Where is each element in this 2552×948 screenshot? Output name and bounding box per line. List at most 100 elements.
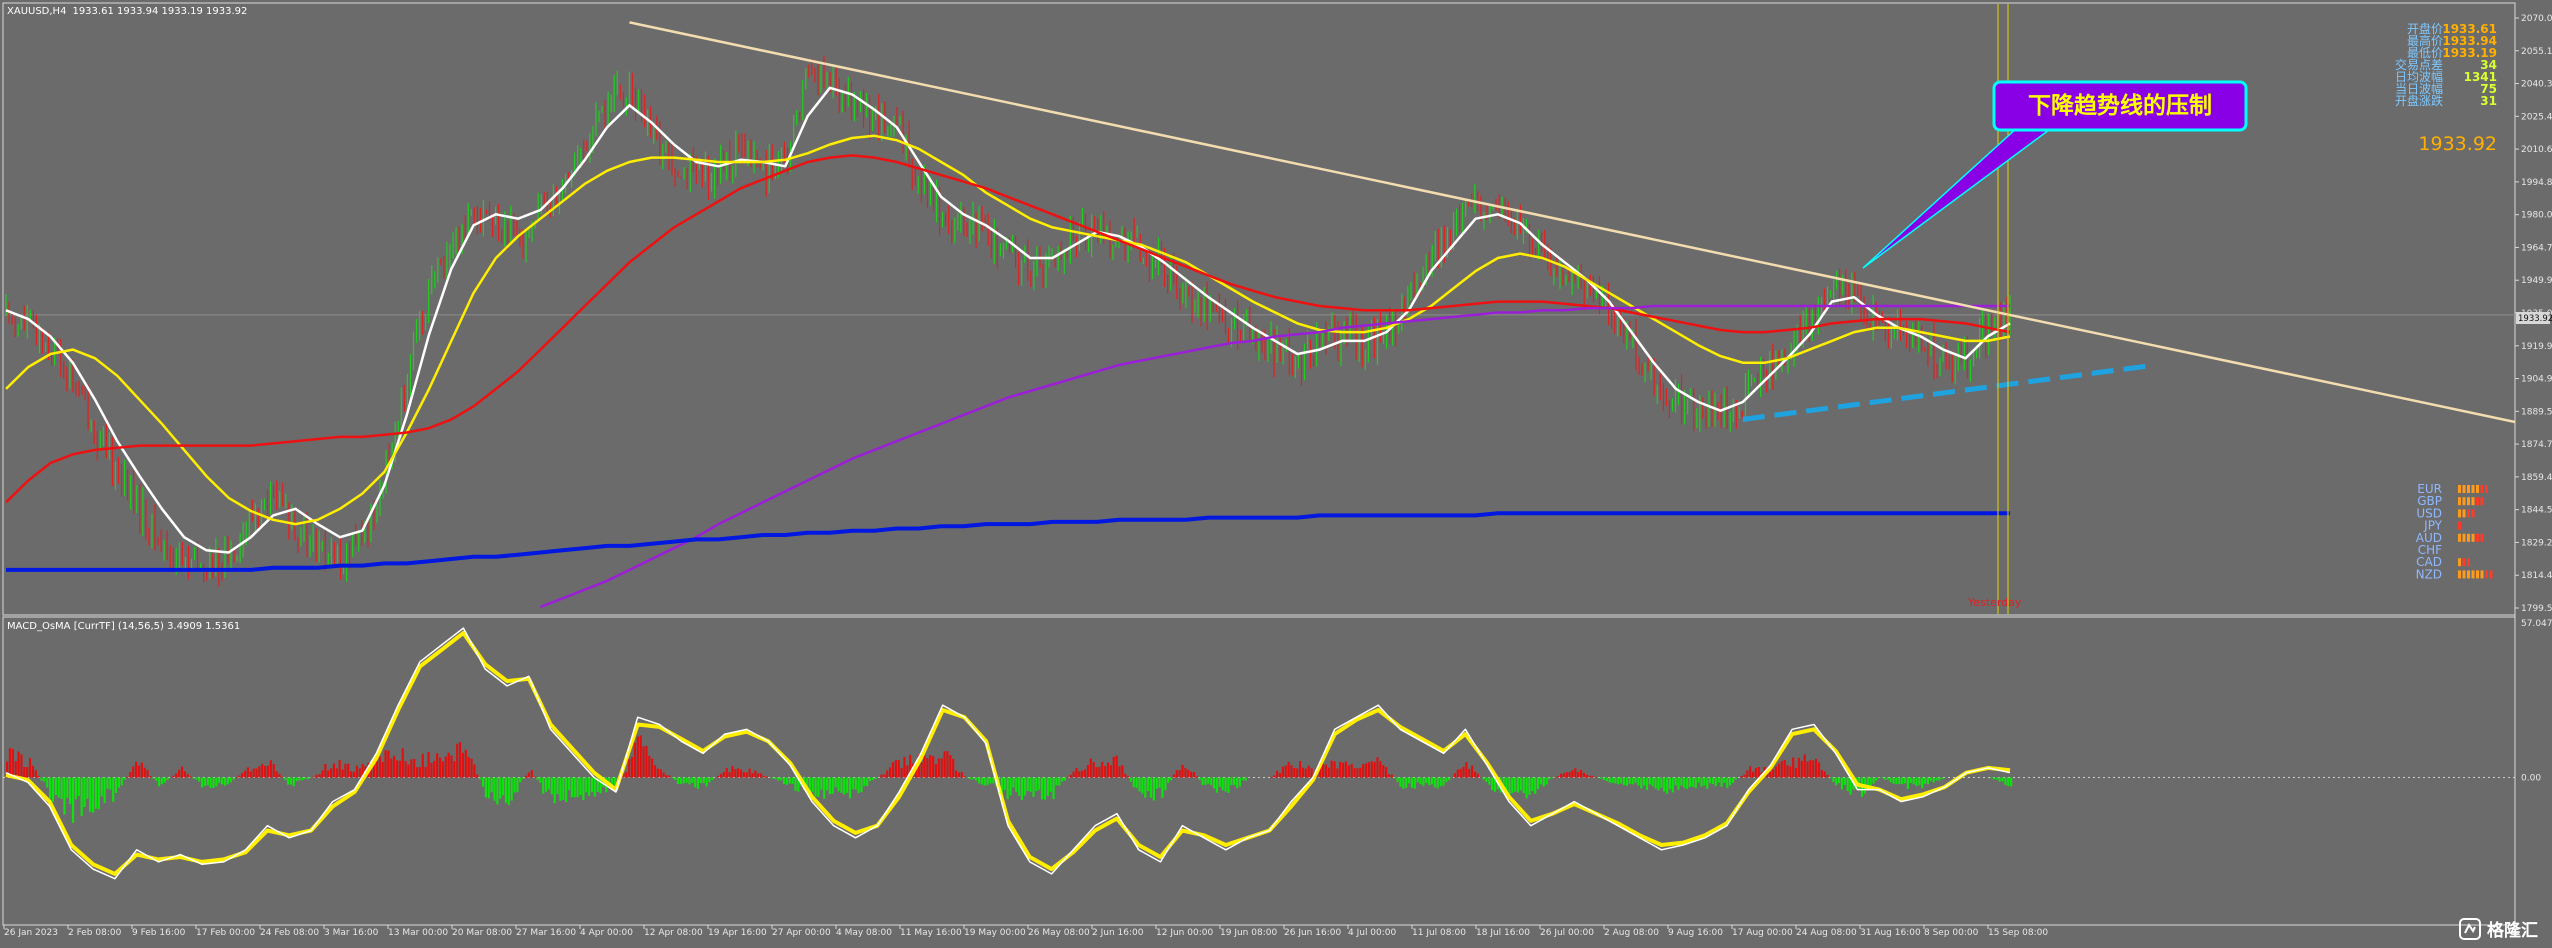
osma-bar — [436, 753, 438, 777]
price-tick-label: 1994.85 — [2521, 178, 2552, 188]
osma-bar — [1058, 778, 1060, 786]
currency-code: NZD — [2416, 567, 2442, 581]
time-tick-label: 13 Mar 00:00 — [388, 928, 448, 938]
osma-bar — [1847, 778, 1849, 792]
osma-bar — [86, 778, 88, 799]
osma-bar — [889, 767, 891, 777]
osma-bar — [1290, 765, 1292, 777]
osma-bar — [1913, 778, 1915, 785]
osma-bar — [221, 778, 223, 785]
osma-bar — [1365, 763, 1367, 777]
osma-bar — [832, 778, 834, 794]
osma-bar — [1230, 778, 1232, 786]
osma-bar — [9, 748, 11, 777]
osma-bar — [961, 772, 963, 778]
osma-bar — [1700, 778, 1702, 787]
osma-bar — [1778, 763, 1780, 777]
osma-bar — [384, 750, 386, 777]
watermark-text: 格隆汇 — [2487, 916, 2538, 941]
currency-strength-bar — [2463, 534, 2466, 542]
osma-bar — [278, 774, 280, 778]
osma-bar — [448, 753, 450, 778]
osma-bar — [1468, 769, 1470, 778]
osma-bar — [1941, 778, 1943, 779]
osma-bar — [863, 778, 865, 787]
osma-bar — [241, 773, 243, 778]
osma-bar — [112, 778, 114, 802]
osma-bar — [132, 766, 134, 777]
osma-bar — [103, 778, 105, 803]
osma-bar — [949, 755, 951, 778]
osma-bar — [966, 778, 968, 779]
osma-bar — [562, 778, 564, 801]
osma-bar — [1586, 775, 1588, 778]
osma-bar — [181, 767, 183, 778]
osma-bar — [1193, 772, 1195, 778]
osma-bar — [1032, 778, 1034, 797]
osma-bar — [445, 756, 447, 777]
osma-bar — [1566, 772, 1568, 777]
osma-bar — [405, 761, 407, 777]
osma-bar — [1537, 778, 1539, 790]
osma-bar — [476, 774, 478, 777]
time-tick-label: 4 May 08:00 — [836, 928, 892, 938]
price-tick-label: 1844.55 — [2521, 506, 2552, 516]
osma-bar — [450, 756, 452, 778]
osma-bar — [1488, 778, 1490, 785]
osma-bar — [763, 776, 765, 778]
osma-bar — [1184, 768, 1186, 777]
osma-bar — [1173, 775, 1175, 778]
osma-bar — [1591, 776, 1593, 778]
currency-strength-bar — [2458, 509, 2461, 517]
osma-bar — [657, 769, 659, 778]
osma-bar — [356, 766, 358, 778]
osma-bar — [642, 746, 644, 777]
osma-bar — [1726, 778, 1728, 788]
osma-bar — [1666, 778, 1668, 794]
osma-bar — [1419, 778, 1421, 785]
osma-bar — [1844, 778, 1846, 786]
osma-bar — [674, 778, 676, 780]
osma-bar — [1915, 778, 1917, 787]
osma-bar — [1895, 778, 1897, 785]
osma-bar — [52, 778, 54, 802]
osma-bar — [1729, 778, 1731, 786]
osma-bar — [433, 761, 435, 778]
osma-bar — [17, 751, 19, 777]
osma-bar — [26, 767, 28, 778]
osma-bar — [1706, 778, 1708, 789]
osma-bar — [1695, 778, 1697, 789]
osma-bar — [1336, 768, 1338, 777]
osma-bar — [46, 778, 48, 788]
chart-canvas[interactable]: 2070.002055.152040.302025.452010.601994.… — [0, 0, 2552, 944]
osma-bar — [579, 778, 581, 796]
osma-bar — [491, 778, 493, 793]
osma-bar — [1101, 762, 1103, 778]
osma-bar — [1050, 778, 1052, 792]
osma-bar — [1557, 776, 1559, 777]
osma-bar — [1543, 778, 1545, 787]
osma-bar — [321, 770, 323, 777]
osma-bar — [301, 778, 303, 781]
osma-bar — [1216, 778, 1218, 793]
osma-bar — [817, 778, 819, 797]
osma-bar — [1603, 778, 1605, 781]
osma-bar — [1907, 778, 1909, 789]
osma-bar — [846, 778, 848, 793]
osma-bar — [525, 776, 527, 778]
osma-bar — [1104, 766, 1106, 778]
osma-bar — [938, 758, 940, 777]
osma-bar — [511, 778, 513, 801]
currency-strength-bar — [2463, 485, 2466, 493]
osma-bar — [1156, 778, 1158, 789]
osma-bar — [531, 770, 533, 777]
osma-bar — [327, 771, 329, 778]
time-tick-label: 26 Jun 16:00 — [1284, 928, 1341, 938]
osma-bar — [1121, 765, 1123, 777]
osma-bar — [1801, 761, 1803, 778]
osma-bar — [1910, 778, 1912, 784]
osma-bar — [232, 778, 234, 780]
osma-bar — [1815, 759, 1817, 778]
osma-bar — [1892, 778, 1894, 784]
osma-bar — [720, 774, 722, 778]
